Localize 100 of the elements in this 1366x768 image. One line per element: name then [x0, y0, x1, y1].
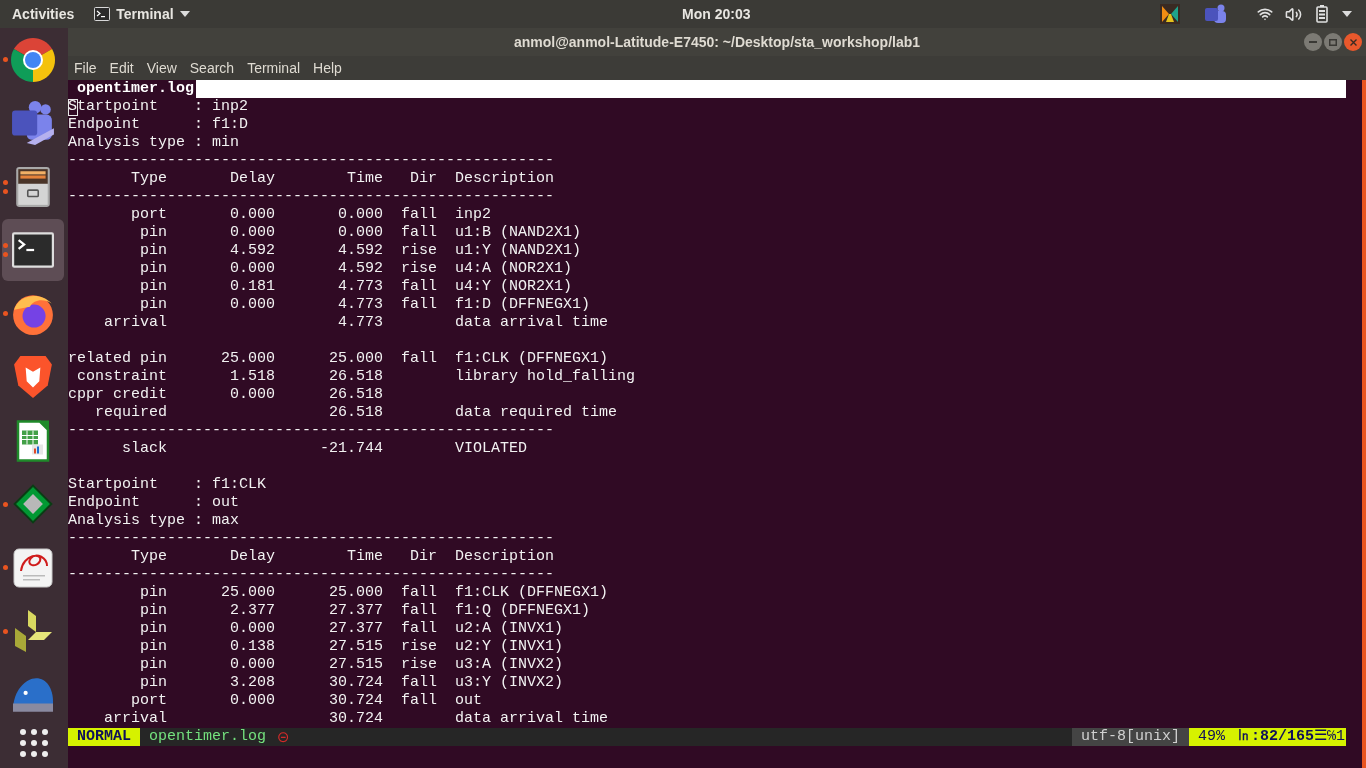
battery-icon[interactable]: [1316, 5, 1328, 23]
table-cell: fall: [401, 296, 437, 314]
wifi-icon[interactable]: [1257, 6, 1273, 22]
table-cell: f1:CLK (DFFNEGX1): [455, 584, 609, 602]
shield-icon: [14, 356, 52, 399]
table-cell: fall: [401, 278, 437, 296]
people-tile-icon[interactable]: [1205, 3, 1227, 25]
table-cell: 25.000: [221, 584, 275, 602]
column-header: Delay: [230, 170, 275, 188]
activities-button[interactable]: Activities: [0, 0, 87, 28]
table-cell: required: [95, 404, 167, 422]
table-cell: 0.138: [230, 638, 275, 656]
chevron-tile-icon[interactable]: [1160, 4, 1180, 24]
table-cell: u2:Y (INVX1): [455, 638, 564, 656]
file-cabinet-icon: [15, 165, 51, 208]
close-icon: [1349, 38, 1357, 46]
encoding-label: utf-8[unix]: [1071, 728, 1189, 746]
table-cell: pin: [140, 296, 167, 314]
column-header: Dir: [410, 548, 437, 566]
table-cell: pin: [140, 584, 167, 602]
caret-icon[interactable]: [1342, 11, 1352, 17]
spreadsheet-icon: [16, 418, 50, 463]
bird-dome-icon: [13, 677, 53, 712]
table-cell: 26.518: [329, 404, 383, 422]
table-cell: f1:CLK (DFFNEGX1): [455, 350, 609, 368]
table-cell: u4:A (NOR2X1): [455, 260, 573, 278]
table-cell: 25.000: [329, 584, 383, 602]
table-cell: port: [131, 692, 167, 710]
minus-icon: [1309, 41, 1317, 43]
table-cell: 30.724: [329, 692, 383, 710]
table-cell: 0.000: [230, 386, 275, 404]
table-cell: u4:Y (NOR2X1): [455, 278, 573, 296]
table-cell: 27.515: [329, 638, 383, 656]
table-cell: data arrival time: [455, 314, 609, 332]
menu-item[interactable]: Edit: [103, 56, 140, 80]
table-cell: 0.000: [338, 224, 383, 242]
dashed-rule: ------------------------------------------------------: [68, 152, 555, 170]
table-cell: out: [455, 692, 482, 710]
table-cell: 0.000: [230, 224, 275, 242]
table-cell: 0.000: [230, 692, 275, 710]
table-cell: pin: [140, 602, 167, 620]
table-cell: rise: [401, 656, 437, 674]
app-menu-button[interactable]: Terminal: [94, 0, 190, 28]
column-header: Delay: [230, 548, 275, 566]
table-cell: u1:Y (NAND2X1): [455, 242, 582, 260]
table-cell: fall: [401, 620, 437, 638]
minimize-button[interactable]: [1304, 33, 1322, 51]
menu-item[interactable]: Terminal: [241, 56, 307, 80]
table-cell: arrival: [104, 314, 167, 332]
menu-item[interactable]: Search: [183, 56, 241, 80]
column-header: Type: [131, 548, 167, 566]
table-cell: 26.518: [329, 368, 383, 386]
table-cell: cppr credit: [67, 386, 167, 404]
maximize-button[interactable]: [1324, 33, 1342, 51]
table-cell: 30.724: [329, 710, 383, 728]
mode-indicator: NORMAL: [68, 728, 140, 746]
table-cell: 3.208: [230, 674, 275, 692]
window-title: anmol@anmol-Latitude-E7450: ~/Desktop/sta_workshop/lab1: [513, 32, 921, 52]
table-cell: u1:B (NAND2X1): [455, 224, 582, 242]
percent-label: 49%: [1188, 728, 1236, 746]
report-field: Analysis type : min: [68, 134, 240, 152]
menu-item[interactable]: File: [68, 56, 103, 80]
cursor-position: ㏑:82/165☰℅1: [1235, 728, 1346, 746]
table-cell: fall: [401, 674, 437, 692]
terminal-prompt-icon: [12, 232, 54, 269]
table-cell: u3:Y (INVX2): [455, 674, 564, 692]
table-cell: fall: [401, 206, 437, 224]
table-cell: pin: [140, 656, 167, 674]
report-field: Analysis type : max: [68, 512, 240, 530]
rhombus-pinwheel-icon: [13, 610, 53, 653]
close-button[interactable]: [1344, 33, 1362, 51]
readonly-mark: ⊝: [277, 728, 290, 746]
table-cell: f1:Q (DFFNEGX1): [455, 602, 591, 620]
clock[interactable]: Mon 20:03: [682, 0, 751, 28]
column-header: Time: [347, 170, 383, 188]
table-cell: 25.000: [329, 350, 383, 368]
table-cell: arrival: [104, 710, 167, 728]
table-cell: u2:A (INVX1): [455, 620, 564, 638]
menu-item[interactable]: Help: [307, 56, 348, 80]
table-cell: fall: [401, 584, 437, 602]
table-cell: library hold_falling: [455, 368, 636, 386]
table-cell: pin: [140, 620, 167, 638]
menu-item[interactable]: View: [140, 56, 183, 80]
caret-icon: [179, 11, 190, 17]
show-apps-button[interactable]: [20, 728, 48, 757]
table-cell: port: [131, 206, 167, 224]
table-cell: 1.518: [230, 368, 275, 386]
table-cell: data required time: [455, 404, 618, 422]
table-cell: pin: [140, 260, 167, 278]
dock-button[interactable]: [2, 219, 64, 282]
column-header: Description: [455, 548, 555, 566]
table-cell: pin: [140, 278, 167, 296]
table-cell: 26.518: [329, 386, 383, 404]
volume-icon[interactable]: [1285, 5, 1302, 23]
table-cell: rise: [401, 638, 437, 656]
table-cell: related pin: [67, 350, 167, 368]
table-cell: 0.000: [230, 296, 275, 314]
table-cell: pin: [140, 674, 167, 692]
dashed-rule: ------------------------------------------------------: [68, 422, 555, 440]
scrollbar-thumb[interactable]: [1362, 80, 1366, 768]
